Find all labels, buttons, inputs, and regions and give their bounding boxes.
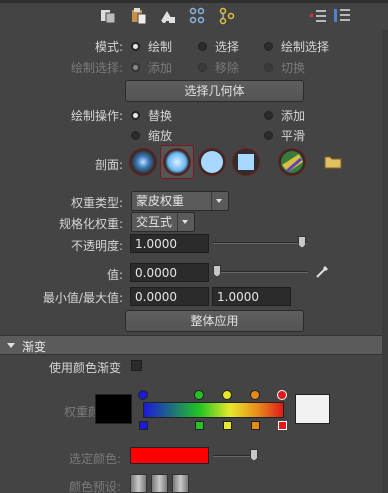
gradient-section-header[interactable]: 渐变	[0, 335, 388, 355]
flood-button[interactable]: 整体应用	[125, 310, 304, 332]
list-view-icon[interactable]	[309, 7, 327, 25]
profile-square-brush[interactable]	[232, 148, 260, 176]
ramp-key-red[interactable]	[277, 390, 287, 400]
use-color-ramp-label: 使用颜色渐变	[48, 361, 121, 375]
mode-paint-radio[interactable]	[131, 42, 140, 51]
min-value-field[interactable]: 0.0000	[130, 287, 209, 306]
paint-select-remove-radio[interactable]	[198, 63, 207, 72]
mode-paint-select-radio[interactable]	[264, 42, 273, 51]
mode-paint-select-label: 绘制选择	[281, 40, 330, 54]
ramp-stop-orange[interactable]	[251, 421, 260, 430]
scrollbar[interactable]	[382, 30, 388, 493]
joints-icon[interactable]	[188, 7, 206, 25]
eyedropper-icon[interactable]	[315, 263, 331, 279]
value-slider-handle[interactable]	[213, 265, 221, 277]
ramp-stop-blue[interactable]	[139, 421, 148, 430]
mode-select-radio[interactable]	[198, 42, 207, 51]
mode-paint-label: 绘制	[148, 40, 173, 54]
weight-color-black-swatch[interactable]	[95, 394, 132, 424]
paint-op-smooth-radio[interactable]	[264, 131, 273, 140]
weight-type-value: 蒙皮权重	[136, 194, 185, 208]
image-brush-icon	[281, 151, 303, 173]
value-slider-track[interactable]	[213, 271, 308, 273]
opacity-label: 不透明度:	[70, 239, 123, 253]
tree-view-icon[interactable]	[333, 7, 351, 25]
value-field[interactable]: 0.0000	[130, 263, 209, 282]
mode-select-label: 选择	[215, 40, 240, 54]
paint-op-replace-radio[interactable]	[131, 111, 140, 120]
paint-op-add-label: 添加	[281, 109, 306, 123]
chevron-down-icon	[211, 192, 225, 210]
ramp-key-orange[interactable]	[250, 390, 260, 400]
ramp-stop-green[interactable]	[195, 421, 204, 430]
color-preset-1[interactable]	[130, 474, 147, 493]
profile-solid-brush[interactable]	[198, 148, 226, 176]
color-preset-3[interactable]	[172, 474, 189, 493]
weight-type-label: 权重类型:	[70, 196, 123, 210]
paint-op-scale-radio[interactable]	[131, 131, 140, 140]
gradient-section-title: 渐变	[22, 340, 47, 354]
paint-op-replace-label: 替换	[148, 109, 173, 123]
copy-settings-icon[interactable]	[100, 8, 116, 24]
paint-op-scale-label: 缩放	[148, 129, 173, 143]
max-value-field[interactable]: 1.0000	[212, 287, 291, 306]
use-color-ramp-checkbox[interactable]	[131, 360, 142, 371]
ramp-key-blue[interactable]	[138, 390, 148, 400]
color-ramp[interactable]	[143, 402, 284, 418]
reset-tool-icon[interactable]	[158, 7, 176, 25]
selected-color-label: 选定颜色:	[68, 452, 121, 466]
paint-select-toggle-radio[interactable]	[264, 63, 273, 72]
opacity-slider-track[interactable]	[213, 242, 308, 244]
profile-image-brush[interactable]	[278, 148, 306, 176]
soft-brush-icon	[165, 150, 189, 174]
collapse-arrow-icon[interactable]	[7, 343, 15, 348]
influence-icon[interactable]	[218, 7, 236, 25]
mode-label: 模式:	[94, 40, 123, 54]
selected-color-slider-handle[interactable]	[250, 449, 258, 461]
profile-soft-brush-frame[interactable]	[160, 145, 194, 179]
color-preset-2[interactable]	[151, 474, 168, 493]
weight-type-dropdown[interactable]: 蒙皮权重	[131, 191, 229, 211]
opacity-field[interactable]: 1.0000	[130, 234, 209, 253]
paint-op-smooth-label: 平滑	[281, 129, 306, 143]
paint-op-add-radio[interactable]	[264, 111, 273, 120]
paint-select-remove-label: 移除	[215, 61, 240, 75]
opacity-slider-handle[interactable]	[298, 236, 306, 248]
normalize-weights-label: 规格化权重:	[58, 217, 123, 231]
paint-select-add-radio[interactable]	[131, 63, 140, 72]
ramp-key-green[interactable]	[194, 390, 204, 400]
normalize-weights-dropdown[interactable]: 交互式	[131, 212, 195, 232]
paint-operation-label: 绘制操作:	[70, 109, 123, 123]
selected-color-swatch[interactable]	[130, 447, 209, 464]
paint-select-label: 绘制选择:	[70, 61, 123, 75]
color-presets-label: 颜色预设:	[68, 480, 121, 493]
paint-select-add-label: 添加	[148, 61, 173, 75]
ramp-key-yellow[interactable]	[222, 390, 232, 400]
solid-brush-icon	[201, 151, 223, 173]
ramp-stop-yellow[interactable]	[223, 421, 232, 430]
min-max-label: 最小值/最大值:	[42, 291, 123, 305]
toolbar	[0, 3, 388, 30]
folder-icon[interactable]	[324, 155, 342, 169]
profile-label: 剖面:	[94, 158, 123, 172]
profile-soft-brush	[163, 148, 191, 176]
select-geometry-button[interactable]: 选择几何体	[125, 80, 304, 102]
profile-gaussian-brush[interactable]	[129, 148, 157, 176]
paste-settings-icon[interactable]	[130, 7, 148, 25]
paint-select-toggle-label: 切换	[281, 61, 306, 75]
gaussian-brush-icon	[131, 150, 155, 174]
chevron-down-icon	[177, 213, 191, 231]
weight-color-white-swatch[interactable]	[295, 394, 330, 424]
ramp-stop-red[interactable]	[278, 421, 287, 430]
square-brush-icon	[238, 154, 254, 170]
value-label: 值:	[106, 268, 123, 282]
normalize-weights-value: 交互式	[136, 215, 173, 229]
